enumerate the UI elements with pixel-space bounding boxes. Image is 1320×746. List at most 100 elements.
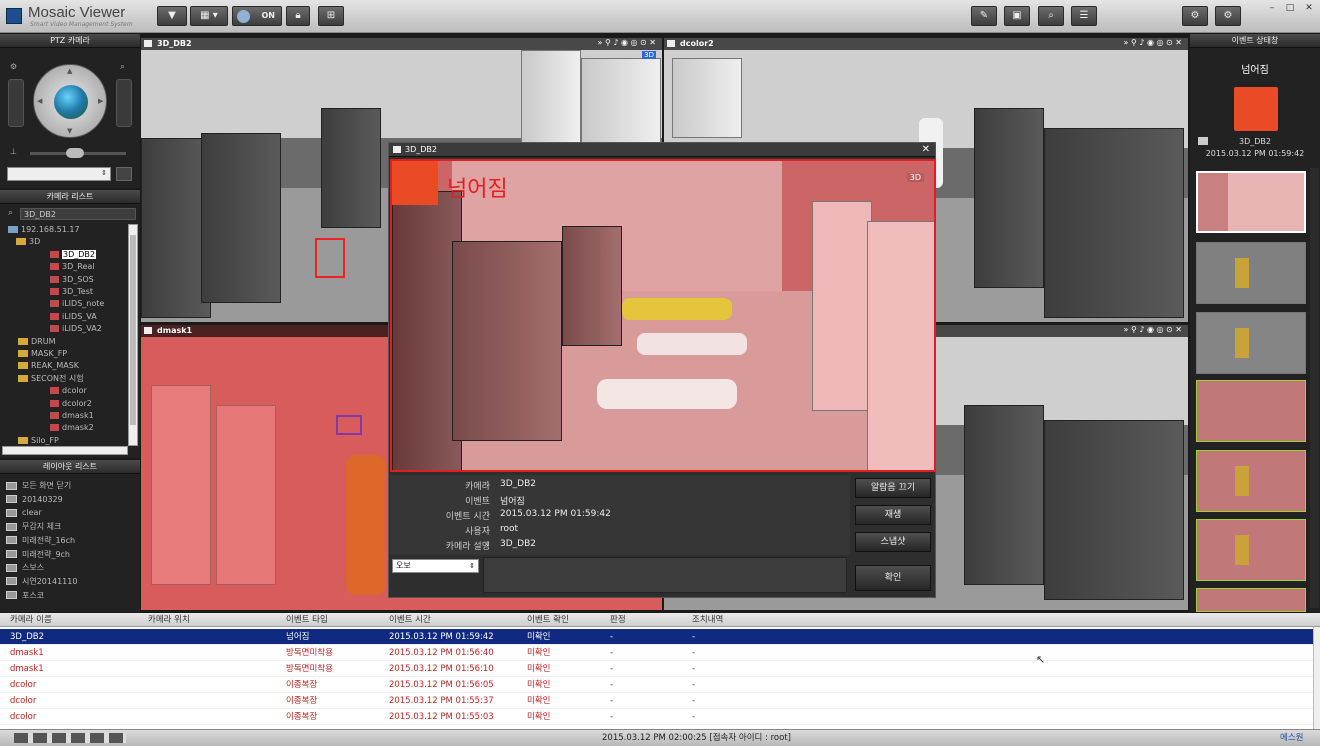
table-cell: 2015.03.12 PM 01:56:05 [389,680,494,690]
alarm-off-button[interactable]: 알람음 끄기 [855,478,931,498]
settings-button[interactable]: ⚙ [1182,6,1208,26]
layout-list-item[interactable]: clear [6,507,42,519]
add-button[interactable]: ⊞ [318,6,344,26]
layout-list-item[interactable]: 스보스 [6,562,44,574]
arrow-down-icon[interactable]: ▼ [67,127,72,135]
layout-list-title: 레이아웃 리스트 [0,460,140,474]
tree-item[interactable]: DRUM [18,336,55,348]
tree-item[interactable]: dcolor2 [50,398,92,410]
preset-select[interactable]: ⇕ [7,167,111,181]
tree-item[interactable]: 3D [16,236,40,248]
zoom-slider[interactable] [116,79,132,127]
edit-button[interactable]: ✎ [971,6,997,26]
layout-list-item[interactable]: 시연20141110 [6,576,77,588]
column-header[interactable]: 이벤트 시간 [389,613,431,627]
event-toggle-button[interactable]: ON [232,6,282,26]
column-header[interactable]: 판정 [610,613,626,627]
globe-icon [237,10,250,23]
layout-list-item[interactable]: 20140329 [6,494,63,506]
arrow-right-icon[interactable]: ▶ [98,97,103,105]
tree-item[interactable]: 3D_Test [50,286,93,298]
thumb-scrollbar[interactable] [1310,168,1319,608]
tree-item[interactable]: iLIDS_VA2 [50,323,102,335]
table-row[interactable]: dcolor 이종복장 2015.03.12 PM 01:55:37 미확인 - - [0,693,1313,709]
column-header[interactable]: 이벤트 확인 [527,613,569,627]
event-thumbnail[interactable] [1196,450,1306,512]
confirm-button[interactable]: 확인 [855,565,931,591]
map-button[interactable]: ▣ [1004,6,1030,26]
table-scrollbar[interactable] [1313,627,1320,729]
speed-slider[interactable] [30,148,126,158]
tree-item[interactable]: dmask1 [50,410,94,422]
ptz-settings-icon[interactable]: ⚙ [10,62,17,71]
zoom-search-icon[interactable]: ⌕ [120,62,125,72]
tree-item[interactable]: 192.168.51.17 [8,224,80,236]
focus-slider[interactable] [8,79,24,127]
tree-item[interactable]: 3D_Real [50,261,95,273]
minimize-button[interactable]: – [1265,2,1279,14]
table-cell: - [692,648,696,658]
folder-icon [18,350,28,357]
tile-controls[interactable]: » ⚲ ♪ ◉ ◎ ⊙ ✕ [598,38,656,47]
tree-item[interactable]: 3D_DB2 [50,249,96,261]
table-cell: dcolor [10,680,37,690]
config-button[interactable]: ⚙ [1215,6,1241,26]
tree-item[interactable]: MASK_FP [18,348,67,360]
column-header[interactable]: 조치내역 [692,613,723,627]
arrow-up-icon[interactable]: ▲ [67,67,72,75]
layout-list-item[interactable]: 무감지 체크 [6,521,61,533]
event-thumbnail[interactable] [1196,588,1306,612]
layout-list-item[interactable]: 포스코 [6,590,44,602]
tree-item[interactable]: 3D_SOS [50,274,94,286]
close-window-button[interactable]: ✕ [1302,2,1316,14]
layout-list-label: 시연20141110 [22,576,78,586]
popup-close-icon[interactable]: ✕ [922,143,930,157]
preset-go-button[interactable] [116,167,132,181]
maximize-button[interactable]: □ [1283,2,1297,14]
layout-mode-buttons[interactable] [14,733,126,743]
camera-search-input[interactable]: 3D_DB2 [20,208,136,220]
snapshot-button[interactable]: 스냅샷 [855,532,931,552]
play-button[interactable]: 재생 [855,505,931,525]
tree-hscrollbar[interactable] [2,446,128,455]
event-thumbnail[interactable] [1196,380,1306,442]
tile-controls[interactable]: » ⚲ ♪ ◉ ◎ ⊙ ✕ [1124,325,1182,334]
dropdown-button[interactable]: ▼ [157,6,187,26]
action-notes-input[interactable] [483,557,847,593]
tree-item[interactable]: dmask2 [50,422,94,434]
tree-item[interactable]: iLIDS_VA [50,311,97,323]
tree-item-label: dcolor2 [62,398,92,408]
ptz-joystick[interactable]: ▲ ▼ ◀ ▶ [33,64,107,138]
event-thumbnail[interactable] [1196,519,1306,581]
column-header[interactable]: 이벤트 타입 [286,613,328,627]
monitor-icon [6,508,17,517]
tile-title: dcolor2 [680,39,714,48]
event-thumbnail[interactable] [1196,242,1306,304]
tree-item[interactable]: iLIDS_note [50,298,104,310]
list-search-button[interactable]: ☰ [1071,6,1097,26]
search-button[interactable]: ⌕ [1038,6,1064,26]
tree-item[interactable]: dcolor [50,385,87,397]
arrow-left-icon[interactable]: ◀ [37,97,42,105]
tile-controls[interactable]: » ⚲ ♪ ◉ ◎ ⊙ ✕ [1124,38,1182,47]
table-row[interactable]: dmask1 방독면미착용 2015.03.12 PM 01:56:10 미확인 - - [0,661,1313,677]
table-row[interactable]: dcolor 이종복장 2015.03.12 PM 01:56:05 미확인 - - [0,677,1313,693]
column-header[interactable]: 카메라 위치 [148,613,190,627]
layout-grid-button[interactable]: ▦ ▾ [190,6,228,26]
tree-scrollbar[interactable] [128,224,138,446]
tree-item[interactable]: SECON전 시험 [18,373,84,385]
layout-list-item[interactable]: 미래전략_16ch [6,535,75,547]
event-thumbnail[interactable] [1196,171,1306,233]
layout-list-item[interactable]: 모든 화면 닫기 [6,480,71,492]
tree-item[interactable]: Silo_FP [18,435,59,446]
table-row[interactable]: 3D_DB2 넘어짐 2015.03.12 PM 01:59:42 미확인 - - [0,629,1313,645]
table-row[interactable]: dcolor 이종복장 2015.03.12 PM 01:55:03 미확인 - - [0,709,1313,725]
event-thumbnail[interactable] [1196,312,1306,374]
table-row[interactable]: dmask1 방독면미착용 2015.03.12 PM 01:56:40 미확인 - - [0,645,1313,661]
layout-list-item[interactable]: 미래전략_9ch [6,549,70,561]
tree-item[interactable]: REAK_MASK [18,360,79,372]
lock-button[interactable]: 🔒︎ [286,6,310,26]
column-header[interactable]: 카메라 이름 [10,613,52,627]
judgement-select[interactable]: 오보 ⇕ [392,559,479,573]
table-cell: 2015.03.12 PM 01:56:10 [389,664,494,674]
